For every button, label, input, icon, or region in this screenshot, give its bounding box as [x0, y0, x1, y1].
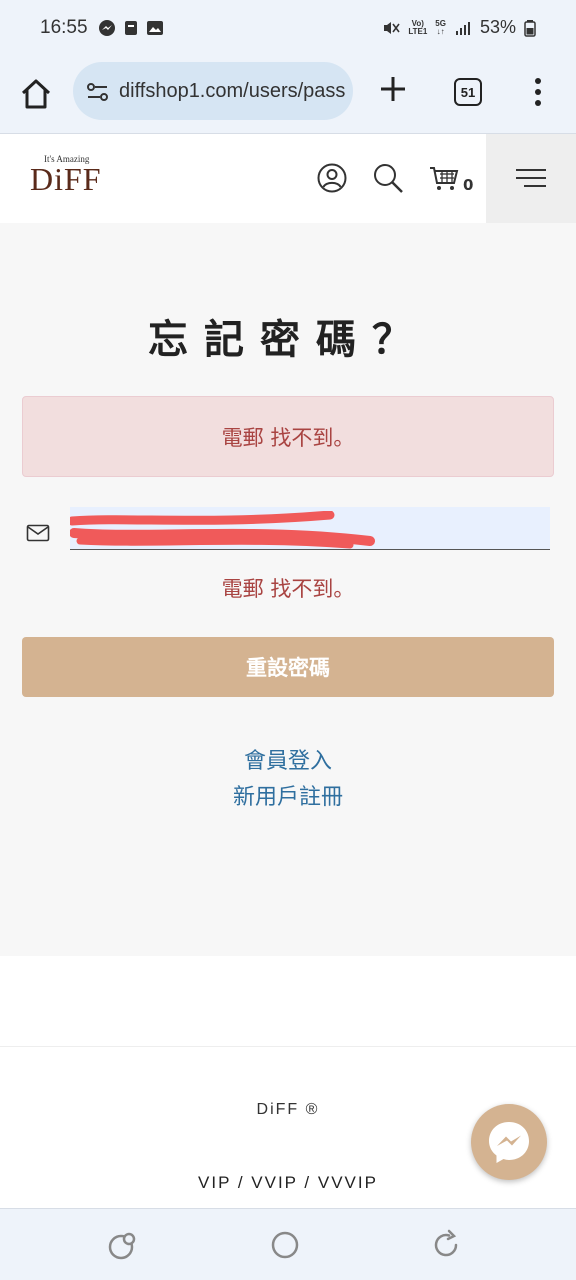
battery-percent: 53%	[479, 17, 516, 37]
alert-message: 電郵 找不到。	[221, 425, 355, 450]
page-title: 忘記密碼？	[148, 317, 428, 363]
messenger-icon	[489, 1122, 529, 1163]
new-tab-icon[interactable]	[378, 74, 408, 104]
email-field-error: 電郵 找不到。	[221, 577, 355, 601]
network-gen-indicator: 5G ↓↑	[435, 19, 446, 36]
more-options-icon[interactable]	[528, 76, 548, 108]
assistant-icon[interactable]	[107, 1229, 139, 1261]
mail-icon	[26, 524, 50, 542]
user-account-icon[interactable]	[316, 162, 348, 194]
member-login-link[interactable]: 會員登入	[0, 743, 576, 775]
lte-label: LTE1	[408, 26, 428, 36]
address-bar[interactable]: diffshop1.com/users/password/new	[73, 62, 353, 120]
home-icon[interactable]	[18, 76, 54, 112]
image-notification-icon	[147, 21, 163, 35]
battery-icon	[524, 19, 536, 37]
site-header: It's Amazing DiFF 0	[0, 134, 576, 223]
status-time: 16:55	[40, 17, 88, 38]
data-arrows-icon: ↓↑	[436, 26, 445, 36]
site-settings-icon[interactable]	[85, 79, 111, 105]
hamburger-menu-icon	[516, 169, 546, 187]
cart-count[interactable]: 0	[463, 176, 473, 194]
status-bar: 16:55 Vo) LTE1 5G ↓↑ 53%	[0, 0, 576, 58]
messenger-notification-icon	[99, 20, 115, 36]
messenger-chat-button[interactable]	[471, 1104, 547, 1180]
new-user-register-link[interactable]: 新用戶註冊	[0, 779, 576, 811]
vip-links[interactable]: VIP / VVIP / VVVIP	[0, 1173, 576, 1193]
system-nav-bar	[0, 1208, 576, 1280]
rotate-icon[interactable]	[430, 1229, 462, 1261]
search-icon[interactable]	[372, 162, 404, 194]
signal-icon	[455, 21, 470, 35]
tab-switcher-button[interactable]: 51	[454, 78, 482, 106]
forgot-password-section: 忘記密碼？ 電郵 找不到。 電郵 找不到。 重設密碼 會員登入 新用戶註冊	[0, 223, 576, 956]
hamburger-menu-button[interactable]	[486, 134, 576, 223]
email-field-row	[22, 507, 554, 551]
document-notification-icon	[125, 21, 137, 35]
error-alert: 電郵 找不到。	[22, 396, 554, 477]
browser-toolbar: diffshop1.com/users/password/new 51	[0, 58, 576, 134]
url-text[interactable]: diffshop1.com/users/password/new	[119, 80, 345, 103]
home-circle-icon[interactable]	[269, 1229, 301, 1261]
site-logo[interactable]: It's Amazing DiFF	[30, 154, 102, 197]
cart-icon[interactable]	[428, 162, 460, 194]
logo-text: DiFF	[30, 161, 102, 197]
reset-password-button[interactable]: 重設密碼	[22, 637, 554, 697]
volte-indicator: Vo) LTE1	[408, 19, 428, 36]
email-input[interactable]	[70, 507, 550, 550]
mute-icon	[384, 21, 400, 34]
